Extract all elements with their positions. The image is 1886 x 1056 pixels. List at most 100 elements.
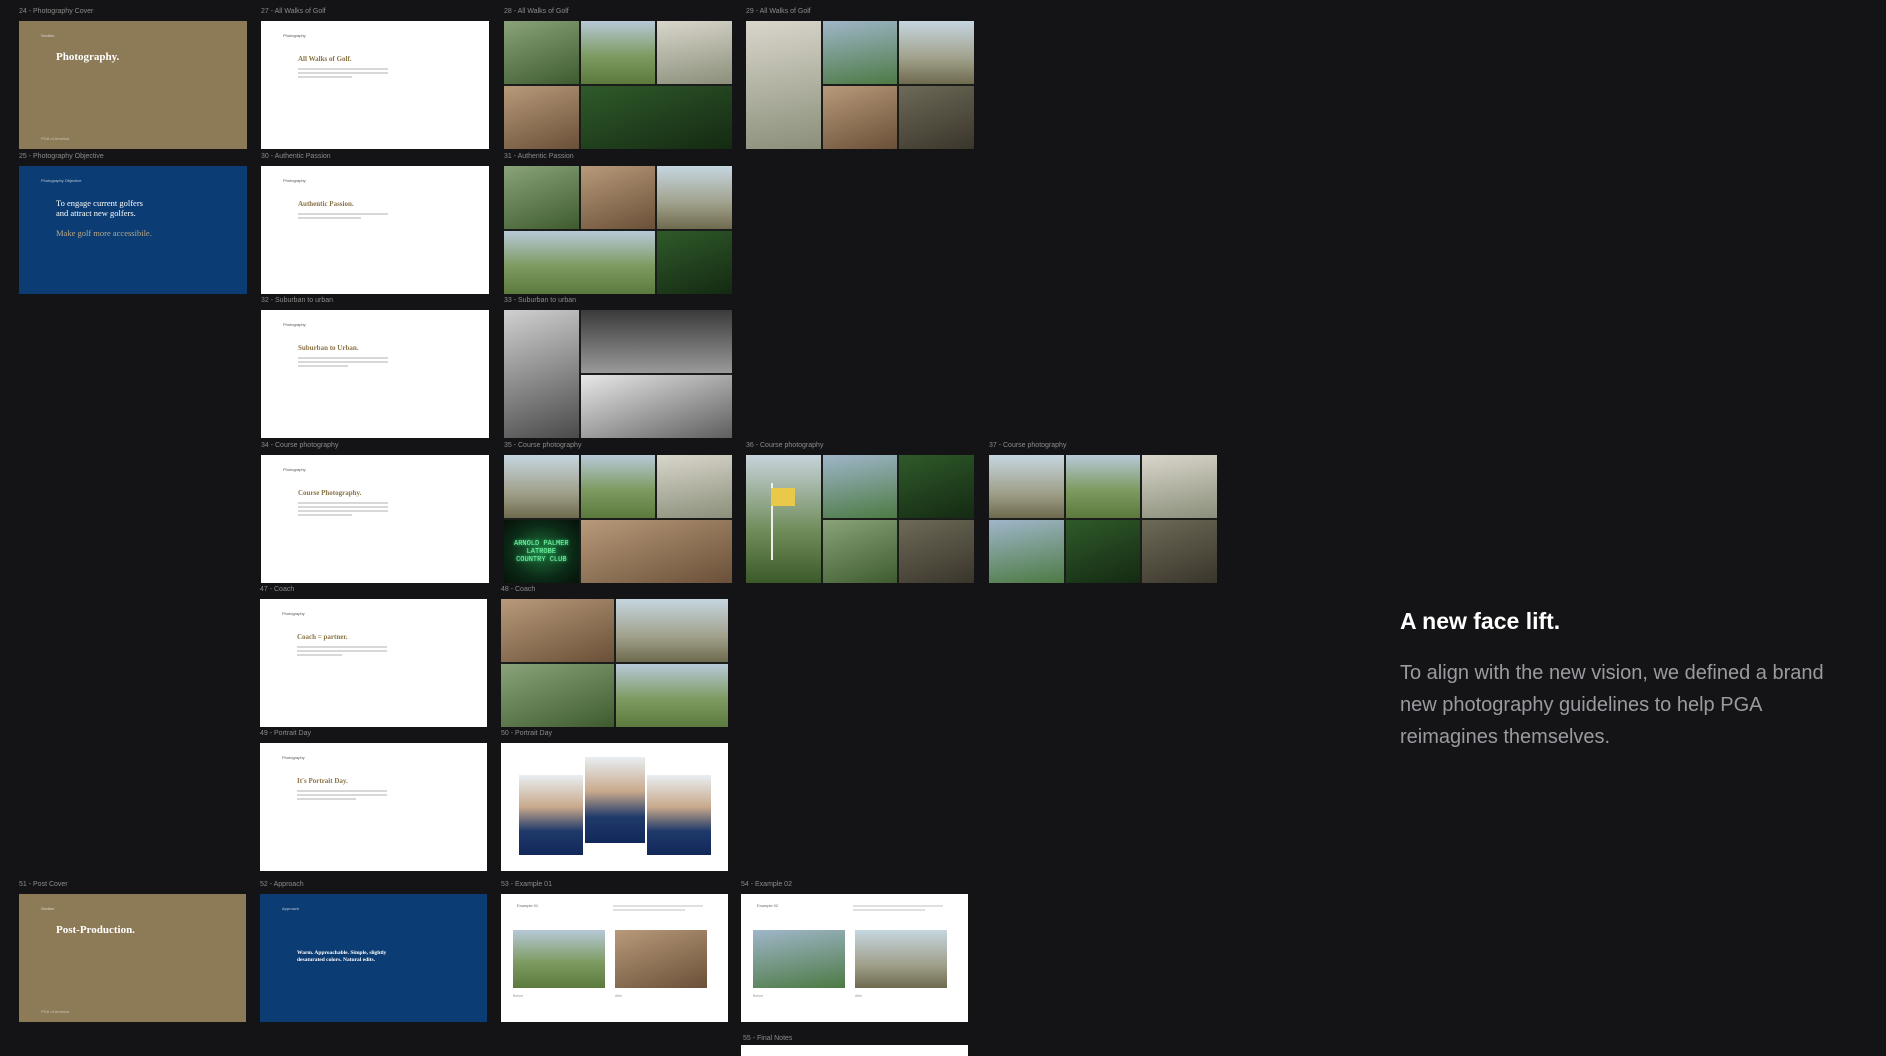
- photo-course-flag: [746, 455, 821, 583]
- photo-urban-group: [580, 375, 732, 438]
- slide-heading: Example 02: [757, 903, 779, 908]
- photo-golfer-course: [580, 166, 656, 229]
- slide-thumbnail: Example 01 Before After: [501, 894, 728, 1022]
- photo-grid: ARNOLD PALMER LATROBE COUNTRY CLUB: [504, 455, 732, 583]
- frame-label: 36 - Course photography: [746, 442, 824, 449]
- panel-headline: A new face lift.: [1400, 608, 1561, 634]
- photo-golfer-bunker: [899, 86, 974, 149]
- frame-label: 28 - All Walks of Golf: [504, 8, 569, 15]
- photo-coach-group: [501, 664, 614, 727]
- slide-title: Warm. Approachable. Simple, slightly des…: [297, 950, 387, 963]
- slide-tag: Photography Objective: [41, 178, 82, 183]
- photo-golfer-green: [580, 86, 732, 149]
- frame-label: 27 - All Walks of Golf: [261, 8, 326, 15]
- slide-title: Post-Production.: [56, 924, 135, 936]
- photo-course-green: [580, 455, 656, 518]
- photo-grid: [501, 599, 728, 727]
- photo-course-trees: [822, 520, 898, 583]
- photo-course-sign: [1065, 520, 1141, 583]
- design-canvas: { "frames": { "f24": {"label":"24 - Phot…: [0, 0, 1886, 1056]
- body-text-lines: [298, 68, 388, 80]
- panel-body-copy: To align with the new vision, we defined…: [1400, 662, 1824, 748]
- photo-golf-cart: [504, 21, 579, 84]
- photo-golfer-swing: [822, 21, 898, 84]
- body-text-lines: [613, 905, 703, 913]
- slide-thumbnail: Section Photography. PGA of America: [19, 21, 247, 149]
- photo-course-bunker: [1142, 520, 1217, 583]
- photo-course-fence: [989, 520, 1064, 583]
- slide-heading: Example 01: [517, 903, 539, 908]
- slide-tag: Photography: [283, 178, 306, 183]
- photo-urban-golfer: [504, 310, 579, 438]
- photo-coach-putting: [615, 664, 728, 727]
- photo-golf-shoes: [504, 231, 656, 294]
- photo-grid: [989, 455, 1217, 583]
- photo-coach-cart: [501, 599, 614, 662]
- slide-tag: Approach: [282, 906, 300, 911]
- frame-label: 31 - Authentic Passion: [504, 153, 574, 160]
- slide-title: Coach = partner.: [297, 633, 348, 641]
- photo-grid: [504, 166, 732, 294]
- photo-after: [855, 930, 947, 988]
- photo-course-hills: [989, 455, 1064, 518]
- photo-coach-lesson: [615, 599, 728, 662]
- neon-sign-text: ARNOLD PALMER LATROBE COUNTRY CLUB: [514, 539, 569, 564]
- caption-before: Before: [513, 994, 524, 998]
- slide-title: All Walks of Golf.: [298, 55, 352, 63]
- portrait-grid: [501, 743, 728, 871]
- slide-thumbnail: Photography Coach = partner.: [260, 599, 487, 727]
- slide-tag: Section: [41, 33, 55, 38]
- photo-golfer-kneeling: [822, 86, 898, 149]
- frame-label: 34 - Course photography: [261, 442, 339, 449]
- photo-course-landscape: [822, 455, 898, 518]
- frame-label: 52 - Approach: [260, 881, 304, 888]
- frame-label: 37 - Course photography: [989, 442, 1067, 449]
- photo-course-coast: [1142, 455, 1217, 518]
- frame-label: 47 - Coach: [260, 586, 295, 593]
- slide-title: Suburban to Urban.: [298, 344, 359, 352]
- body-text-lines: [297, 646, 387, 658]
- caption-before: Before: [753, 994, 764, 998]
- frame-label: 32 - Suburban to urban: [261, 297, 333, 304]
- photo-grid: [746, 455, 974, 583]
- frame-label: 33 - Suburban to urban: [504, 297, 576, 304]
- photo-grid: [746, 21, 974, 149]
- slide-thumbnail: Photography It's Portrait Day.: [260, 743, 487, 871]
- slide-tag: Photography: [283, 322, 306, 327]
- frame-label: 48 - Coach: [501, 586, 536, 593]
- frame-label: 35 - Course photography: [504, 442, 582, 449]
- photo-golfer-sign: [657, 455, 732, 518]
- frame-label: 53 - Example 01: [501, 881, 552, 888]
- frame-final-notes[interactable]: [741, 1045, 968, 1056]
- body-text-lines: [298, 357, 388, 369]
- slide-tag: Photography: [282, 611, 305, 616]
- frame-label: 49 - Portrait Day: [260, 730, 311, 737]
- photo-golfer-swing: [657, 166, 732, 229]
- photo-course-hill: [504, 455, 579, 518]
- photo-golfers-green: [657, 231, 732, 294]
- photo-portrait-golfer-3: [647, 775, 711, 855]
- photo-neon-sign: ARNOLD PALMER LATROBE COUNTRY CLUB: [504, 520, 579, 583]
- photo-golfer-landscape: [899, 21, 974, 84]
- slide-title: Authentic Passion.: [298, 200, 354, 208]
- photo-city-building: [580, 310, 732, 373]
- slide-title: It's Portrait Day.: [297, 777, 348, 785]
- photo-course-car: [899, 455, 974, 518]
- body-text-lines: [298, 213, 388, 221]
- photo-course-dunes: [1065, 455, 1141, 518]
- slide-footer: PGA of America: [41, 136, 70, 141]
- photo-portrait-golfer-2: [585, 757, 645, 843]
- frame-label: 51 - Post Cover: [19, 881, 68, 888]
- body-text-lines: [853, 905, 943, 913]
- frame-label: 25 - Photography Objective: [19, 153, 104, 160]
- slide-tag: Section: [41, 906, 55, 911]
- slide-title: Course Photography.: [298, 489, 362, 497]
- body-text-lines: [298, 502, 388, 518]
- slide-thumbnail: Approach Warm. Approachable. Simple, sli…: [260, 894, 487, 1022]
- body-text-lines: [297, 790, 387, 802]
- frame-label: 29 - All Walks of Golf: [746, 8, 811, 15]
- photo-grid: [504, 310, 732, 438]
- photo-before: [513, 930, 605, 988]
- frame-label: 24 - Photography Cover: [19, 8, 94, 15]
- photo-after: [615, 930, 707, 988]
